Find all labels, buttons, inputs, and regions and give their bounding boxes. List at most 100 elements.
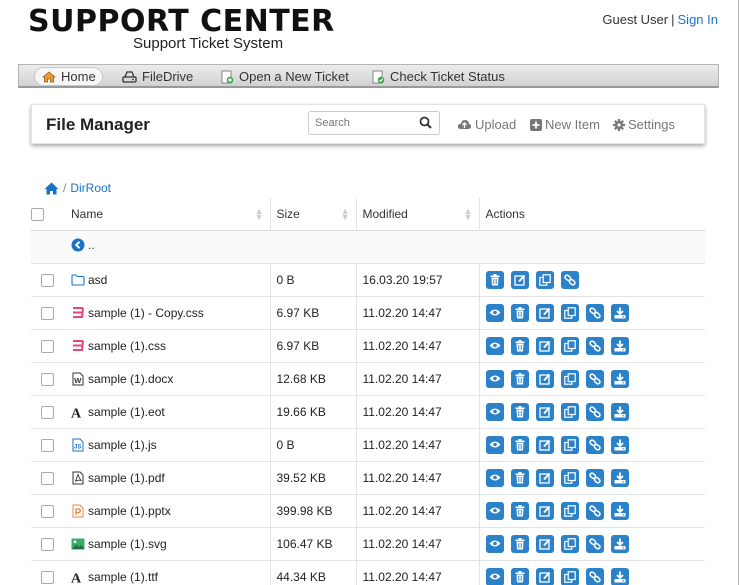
file-name-link[interactable]: sample (1) - Copy.css bbox=[71, 305, 270, 320]
rename-button[interactable] bbox=[535, 369, 554, 388]
link-button[interactable] bbox=[585, 336, 604, 355]
download-button[interactable] bbox=[610, 567, 629, 585]
file-name-link[interactable]: Wsample (1).docx bbox=[71, 371, 270, 386]
delete-button[interactable] bbox=[485, 270, 504, 289]
file-name-link[interactable]: sample (1).pptx bbox=[71, 503, 270, 518]
row-checkbox[interactable] bbox=[40, 570, 54, 584]
file-name-link[interactable]: JS sample (1).js bbox=[71, 437, 270, 452]
view-button[interactable] bbox=[485, 468, 504, 487]
copy-button[interactable] bbox=[560, 501, 579, 520]
delete-button[interactable] bbox=[510, 369, 529, 388]
rename-button[interactable] bbox=[535, 534, 554, 553]
select-all-cell bbox=[31, 198, 63, 231]
copy-button[interactable] bbox=[535, 270, 554, 289]
delete-button[interactable] bbox=[510, 402, 529, 421]
download-button[interactable] bbox=[610, 435, 629, 454]
select-all-checkbox[interactable] bbox=[31, 207, 44, 221]
download-button[interactable] bbox=[610, 336, 629, 355]
link-button[interactable] bbox=[585, 435, 604, 454]
view-button[interactable] bbox=[485, 402, 504, 421]
row-checkbox[interactable] bbox=[40, 372, 54, 386]
svg-text:A: A bbox=[71, 406, 82, 419]
rename-button[interactable] bbox=[510, 270, 529, 289]
download-button[interactable] bbox=[610, 303, 629, 322]
link-button[interactable] bbox=[560, 270, 579, 289]
view-button[interactable] bbox=[485, 336, 504, 355]
column-size[interactable]: Size ▲ ▼ bbox=[270, 198, 357, 231]
view-button[interactable] bbox=[485, 501, 504, 520]
nav-check-status[interactable]: Check Ticket Status bbox=[364, 67, 511, 86]
copy-button[interactable] bbox=[560, 468, 579, 487]
link-button[interactable] bbox=[585, 501, 604, 520]
delete-button[interactable] bbox=[510, 501, 529, 520]
parent-dir-link[interactable]: .. bbox=[71, 238, 95, 252]
delete-button[interactable] bbox=[510, 435, 529, 454]
rename-button[interactable] bbox=[535, 501, 554, 520]
link-button[interactable] bbox=[585, 303, 604, 322]
row-checkbox[interactable] bbox=[40, 405, 54, 419]
file-name-link[interactable]: sample (1).css bbox=[71, 338, 270, 353]
upload-button[interactable]: Upload bbox=[457, 117, 516, 132]
copy-button[interactable] bbox=[560, 402, 579, 421]
breadcrumb-dirroot[interactable]: DirRoot bbox=[70, 181, 111, 195]
column-name[interactable]: Name ▲ ▼ bbox=[63, 198, 271, 231]
link-button[interactable] bbox=[585, 534, 604, 553]
new-item-button[interactable]: New Item bbox=[530, 117, 600, 132]
download-button[interactable] bbox=[610, 534, 629, 553]
rename-button[interactable] bbox=[535, 468, 554, 487]
link-button[interactable] bbox=[585, 402, 604, 421]
file-name-link[interactable]: asd bbox=[71, 272, 270, 287]
link-button[interactable] bbox=[585, 468, 604, 487]
row-checkbox[interactable] bbox=[40, 273, 54, 287]
file-name-link[interactable]: Asample (1).eot bbox=[71, 404, 270, 419]
home-icon[interactable] bbox=[44, 182, 59, 195]
rename-button[interactable] bbox=[535, 303, 554, 322]
copy-button[interactable] bbox=[560, 534, 579, 553]
link-button[interactable] bbox=[585, 567, 604, 585]
view-button[interactable] bbox=[485, 369, 504, 388]
delete-button[interactable] bbox=[510, 336, 529, 355]
delete-button[interactable] bbox=[510, 303, 529, 322]
copy-button[interactable] bbox=[560, 336, 579, 355]
rename-button[interactable] bbox=[535, 435, 554, 454]
nav-filedrive[interactable]: FileDrive bbox=[116, 67, 199, 86]
row-actions bbox=[485, 270, 706, 289]
rename-button[interactable] bbox=[535, 336, 554, 355]
download-button[interactable] bbox=[610, 369, 629, 388]
nav-open-ticket[interactable]: Open a New Ticket bbox=[213, 67, 355, 86]
sign-in-link[interactable]: Sign In bbox=[678, 12, 718, 27]
row-checkbox[interactable] bbox=[40, 306, 54, 320]
file-name-link[interactable]: Asample (1).ttf bbox=[71, 569, 270, 584]
search-icon[interactable] bbox=[419, 116, 432, 129]
css-file-icon bbox=[71, 305, 85, 320]
link-button[interactable] bbox=[585, 369, 604, 388]
row-checkbox[interactable] bbox=[40, 537, 54, 551]
row-checkbox[interactable] bbox=[40, 438, 54, 452]
row-checkbox[interactable] bbox=[40, 471, 54, 485]
settings-button[interactable]: Settings bbox=[613, 117, 675, 132]
copy-button[interactable] bbox=[560, 435, 579, 454]
download-button[interactable] bbox=[610, 468, 629, 487]
search-input[interactable] bbox=[315, 113, 415, 133]
column-modified[interactable]: Modified ▲ ▼ bbox=[356, 198, 480, 231]
copy-button[interactable] bbox=[560, 567, 579, 585]
rename-button[interactable] bbox=[535, 402, 554, 421]
copy-button[interactable] bbox=[560, 303, 579, 322]
row-checkbox[interactable] bbox=[40, 504, 54, 518]
row-checkbox[interactable] bbox=[40, 339, 54, 353]
download-button[interactable] bbox=[610, 402, 629, 421]
view-button[interactable] bbox=[485, 435, 504, 454]
download-button[interactable] bbox=[610, 501, 629, 520]
file-modified: 11.02.20 14:47 bbox=[356, 461, 480, 495]
file-name-link[interactable]: sample (1).pdf bbox=[71, 470, 270, 485]
nav-home[interactable]: Home bbox=[34, 67, 103, 86]
delete-button[interactable] bbox=[510, 468, 529, 487]
rename-button[interactable] bbox=[535, 567, 554, 585]
view-button[interactable] bbox=[485, 303, 504, 322]
view-button[interactable] bbox=[485, 567, 504, 585]
view-button[interactable] bbox=[485, 534, 504, 553]
copy-button[interactable] bbox=[560, 369, 579, 388]
delete-button[interactable] bbox=[510, 567, 529, 585]
delete-button[interactable] bbox=[510, 534, 529, 553]
file-name-link[interactable]: sample (1).svg bbox=[71, 536, 270, 551]
